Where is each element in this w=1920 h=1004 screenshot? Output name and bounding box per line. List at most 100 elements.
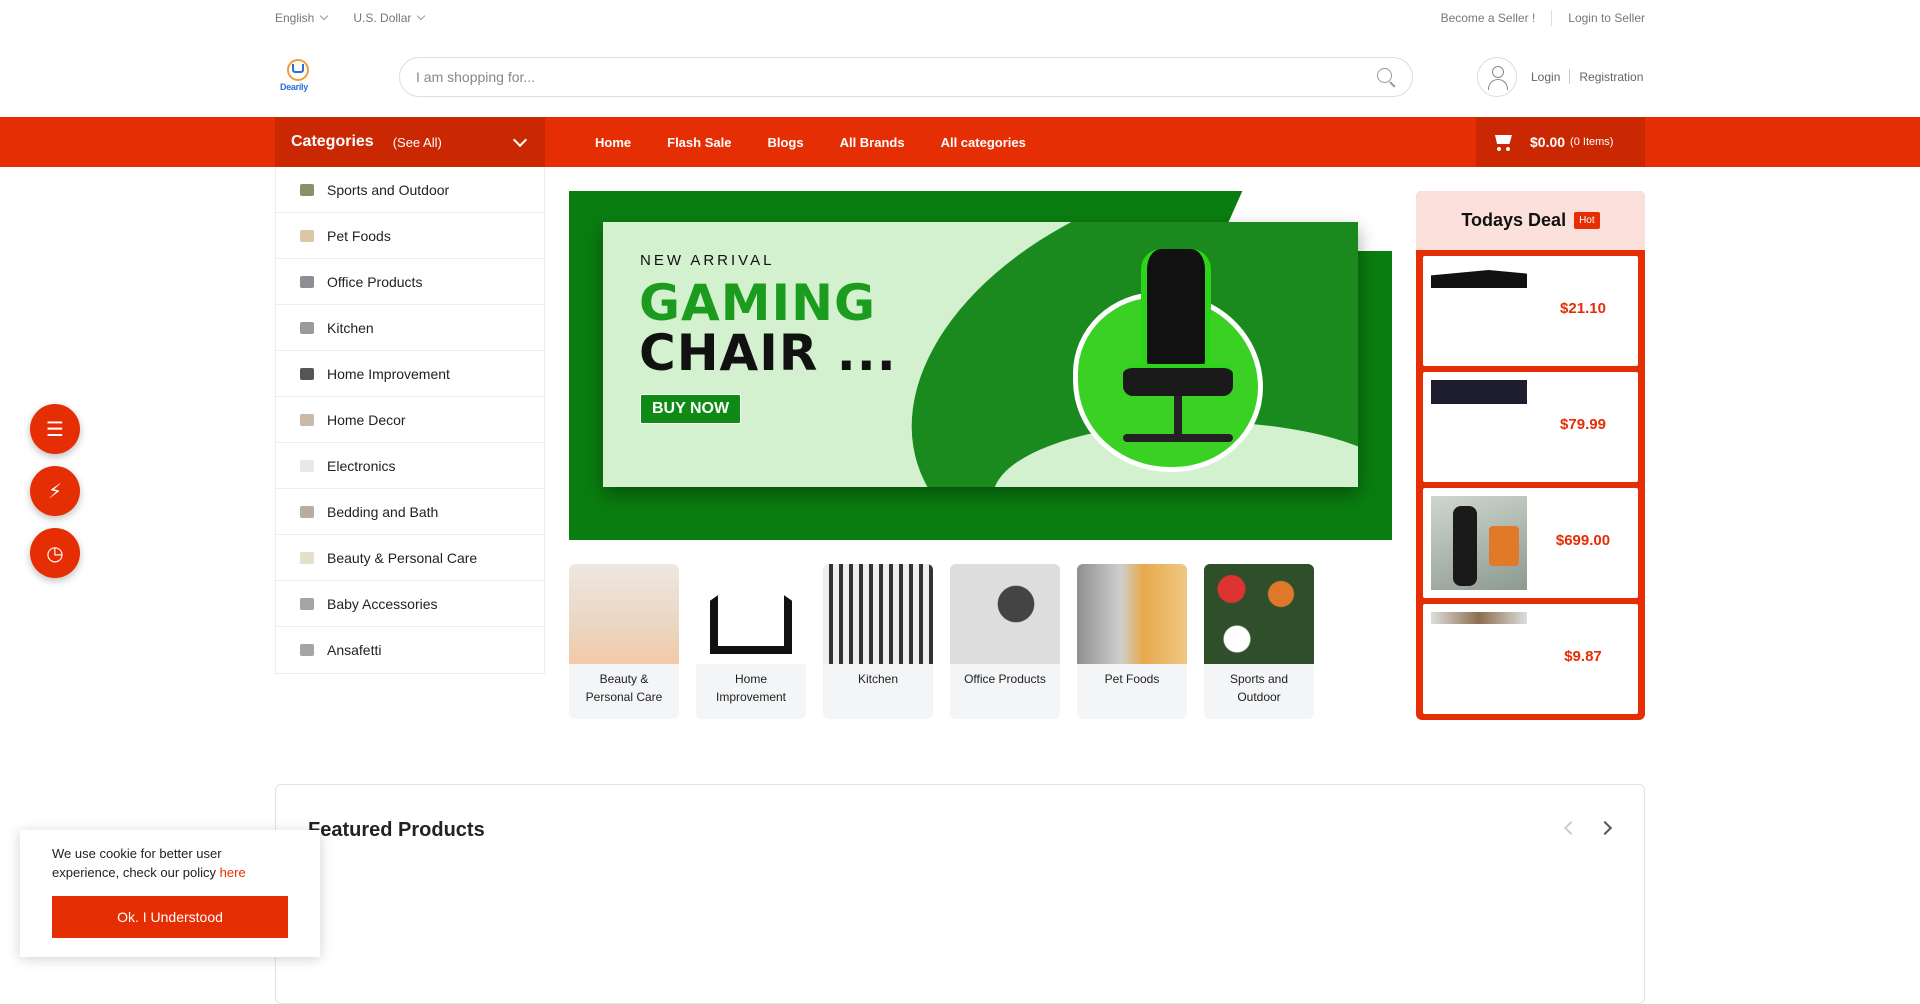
nav-all-categories[interactable]: All categories <box>923 135 1044 150</box>
chevron-down-icon <box>417 11 426 21</box>
divider <box>1551 10 1553 26</box>
lightning-icon: ⚡ <box>47 480 63 503</box>
chevron-down-icon <box>512 132 528 147</box>
chevron-right-icon[interactable] <box>1597 820 1613 836</box>
category-item[interactable]: Sports and Outdoor <box>276 167 544 213</box>
deal-product-image <box>1431 496 1527 590</box>
category-label: Pet Foods <box>327 227 391 244</box>
category-tile[interactable]: Home Improvement <box>696 564 806 719</box>
tile-label: Pet Foods <box>1104 672 1160 686</box>
topbar: English U.S. Dollar Become a Seller ! Lo… <box>0 0 1920 36</box>
clock-float-button[interactable]: ◷ <box>30 528 80 578</box>
cookie-accept-button[interactable]: Ok. I Understood <box>52 896 288 938</box>
hot-badge: Hot <box>1574 212 1600 229</box>
login-link[interactable]: Login <box>1531 70 1560 84</box>
category-thumb <box>300 413 314 426</box>
deal-card[interactable]: $79.99 <box>1423 372 1638 482</box>
currency-selector[interactable]: U.S. Dollar <box>353 11 426 25</box>
search-icon[interactable] <box>1376 67 1396 87</box>
category-item[interactable]: Home Improvement <box>276 351 544 397</box>
search-input[interactable] <box>416 68 1316 85</box>
hero-section: Sports and Outdoor Pet Foods Office Prod… <box>275 167 1645 727</box>
logo-cart-icon <box>292 63 304 73</box>
user-area: Login Registration <box>1477 56 1643 97</box>
divider <box>1569 69 1571 84</box>
categories-toggle[interactable]: Categories (See All) <box>275 117 545 167</box>
nav-home[interactable]: Home <box>577 135 649 150</box>
deal-card[interactable]: $699.00 <box>1423 488 1638 598</box>
deal-price: $699.00 <box>1555 532 1611 549</box>
deal-product-image <box>1431 612 1527 706</box>
banner-card: NEW ARRIVAL GAMING CHAIR ... BUY NOW <box>603 222 1358 487</box>
site-logo[interactable]: Dearily <box>280 58 316 95</box>
tile-image <box>950 564 1060 664</box>
cookie-text: We use cookie for better user experience… <box>52 846 222 880</box>
categories-title: Categories <box>291 133 374 150</box>
buy-now-button[interactable]: BUY NOW <box>640 394 742 424</box>
category-tile[interactable]: Office Products <box>950 564 1060 719</box>
nav-all-brands[interactable]: All Brands <box>822 135 923 150</box>
see-all-link[interactable]: (See All) <box>393 135 442 150</box>
cookie-message: We use cookie for better user experience… <box>52 844 288 882</box>
chair-back <box>1141 249 1211 369</box>
category-item[interactable]: Bedding and Bath <box>276 489 544 535</box>
category-thumb <box>300 551 314 564</box>
deal-price: $21.10 <box>1560 300 1606 317</box>
category-tile[interactable]: Beauty & Personal Care <box>569 564 679 719</box>
nav-flash-sale[interactable]: Flash Sale <box>649 135 749 150</box>
language-selector[interactable]: English <box>275 11 329 25</box>
chevron-left-icon[interactable] <box>1563 820 1579 836</box>
category-tile[interactable]: Kitchen <box>823 564 933 719</box>
deal-card[interactable]: $9.87 <box>1423 604 1638 714</box>
logo-text: Dearily <box>280 81 308 92</box>
category-item[interactable]: Office Products <box>276 259 544 305</box>
cart-amount: $0.00 <box>1530 134 1566 150</box>
category-item[interactable]: Pet Foods <box>276 213 544 259</box>
user-icon[interactable] <box>1477 56 1517 97</box>
menu-float-button[interactable]: ☰ <box>30 404 80 454</box>
hero-banner[interactable]: NEW ARRIVAL GAMING CHAIR ... BUY NOW <box>569 191 1392 540</box>
todays-deal-panel: Todays Deal Hot $21.10 $79.99 $699.00 $9… <box>1416 191 1645 720</box>
tile-label: Sports and Outdoor <box>1229 672 1289 704</box>
category-label: Electronics <box>327 457 396 474</box>
cart-button[interactable]: $0.00 (0 Items) <box>1476 117 1645 167</box>
category-thumb <box>300 229 314 242</box>
category-item[interactable]: Ansafetti <box>276 627 544 673</box>
flash-float-button[interactable]: ⚡ <box>30 466 80 516</box>
tile-label: Kitchen <box>857 672 899 686</box>
cookie-policy-link[interactable]: here <box>220 865 246 880</box>
registration-link[interactable]: Registration <box>1579 70 1643 84</box>
category-item[interactable]: Home Decor <box>276 397 544 443</box>
banner-subtitle: NEW ARRIVAL <box>640 252 775 269</box>
category-tiles: Beauty & Personal Care Home Improvement … <box>569 564 1314 719</box>
gaming-chair-image <box>1103 244 1253 474</box>
house-icon <box>710 572 792 654</box>
main-nav: Categories (See All) Home Flash Sale Blo… <box>0 117 1920 167</box>
category-item[interactable]: Electronics <box>276 443 544 489</box>
header: Dearily Login Registration <box>0 36 1920 117</box>
login-seller-link[interactable]: Login to Seller <box>1568 11 1645 25</box>
chair-base <box>1123 434 1233 442</box>
category-thumb <box>300 367 314 380</box>
category-list: Sports and Outdoor Pet Foods Office Prod… <box>275 167 545 674</box>
category-tile[interactable]: Sports and Outdoor <box>1204 564 1314 719</box>
category-label: Ansafetti <box>327 642 382 658</box>
category-label: Home Decor <box>327 411 406 428</box>
become-seller-link[interactable]: Become a Seller ! <box>1441 11 1536 25</box>
nav-blogs[interactable]: Blogs <box>749 135 821 150</box>
category-thumb <box>300 275 314 288</box>
category-item[interactable]: Beauty & Personal Care <box>276 535 544 581</box>
tile-label: Office Products <box>964 672 1046 686</box>
category-label: Bedding and Bath <box>327 503 439 520</box>
nav-menu: Home Flash Sale Blogs All Brands All cat… <box>577 135 1044 150</box>
deal-header: Todays Deal Hot <box>1416 191 1645 250</box>
category-tile[interactable]: Pet Foods <box>1077 564 1187 719</box>
category-item[interactable]: Baby Accessories <box>276 581 544 627</box>
category-item[interactable]: Kitchen <box>276 305 544 351</box>
chair-pole <box>1174 396 1182 436</box>
clock-icon: ◷ <box>46 542 64 565</box>
category-thumb <box>300 644 314 656</box>
search-bar <box>399 56 1413 97</box>
deal-card[interactable]: $21.10 <box>1423 256 1638 366</box>
category-thumb <box>300 459 314 472</box>
